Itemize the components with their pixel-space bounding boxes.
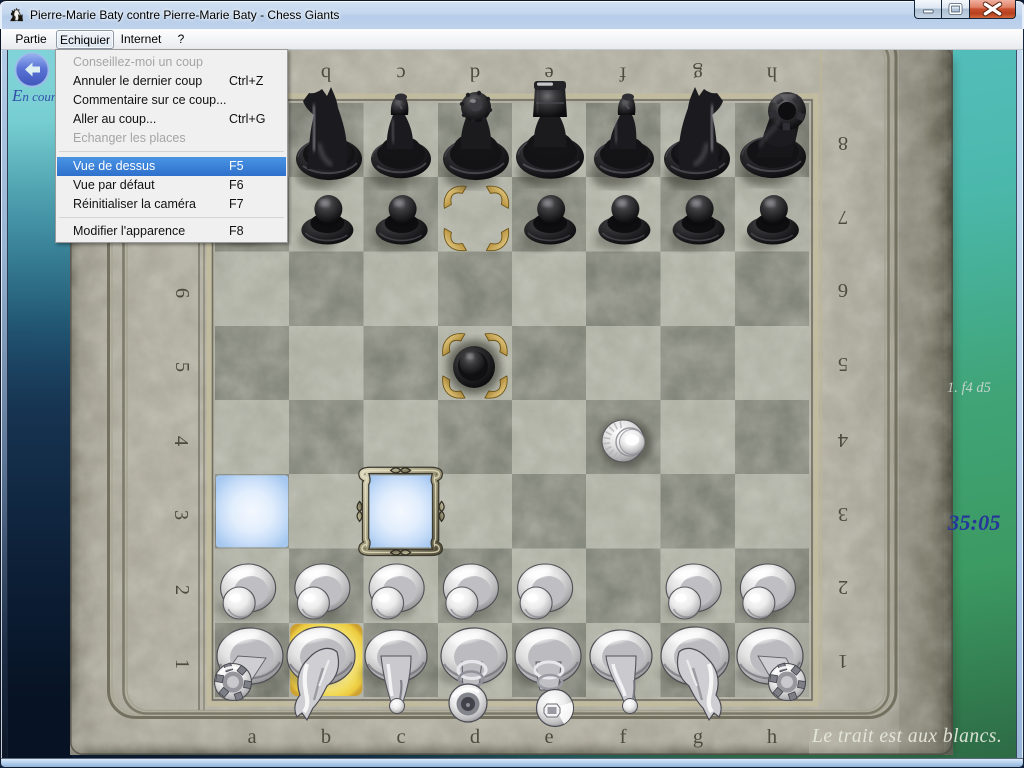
svg-text:3: 3 (170, 510, 192, 520)
svg-text:e: e (544, 726, 553, 748)
svg-text:f: f (619, 63, 626, 85)
svg-text:d: d (470, 63, 480, 85)
svg-text:6: 6 (171, 288, 193, 298)
svg-text:1: 1 (171, 659, 193, 669)
svg-text:1: 1 (838, 650, 848, 672)
svg-text:a: a (247, 726, 256, 748)
svg-text:b: b (321, 726, 331, 748)
svg-text:4: 4 (838, 429, 848, 451)
svg-text:2: 2 (171, 585, 193, 595)
svg-text:2: 2 (838, 576, 848, 598)
svg-text:c: c (396, 63, 405, 85)
svg-text:c: c (396, 726, 405, 748)
svg-text:7: 7 (838, 206, 848, 228)
svg-text:6: 6 (838, 279, 848, 301)
svg-text:5: 5 (171, 362, 193, 372)
svg-text:3: 3 (838, 503, 848, 525)
svg-text:f: f (620, 726, 627, 748)
svg-text:b: b (321, 63, 331, 85)
svg-text:h: h (767, 726, 777, 748)
svg-text:d: d (470, 726, 480, 748)
svg-text:g: g (693, 63, 703, 85)
svg-text:8: 8 (838, 132, 848, 154)
svg-text:4: 4 (170, 436, 192, 446)
svg-text:g: g (693, 726, 703, 748)
svg-text:h: h (767, 63, 777, 85)
svg-text:5: 5 (838, 353, 848, 375)
